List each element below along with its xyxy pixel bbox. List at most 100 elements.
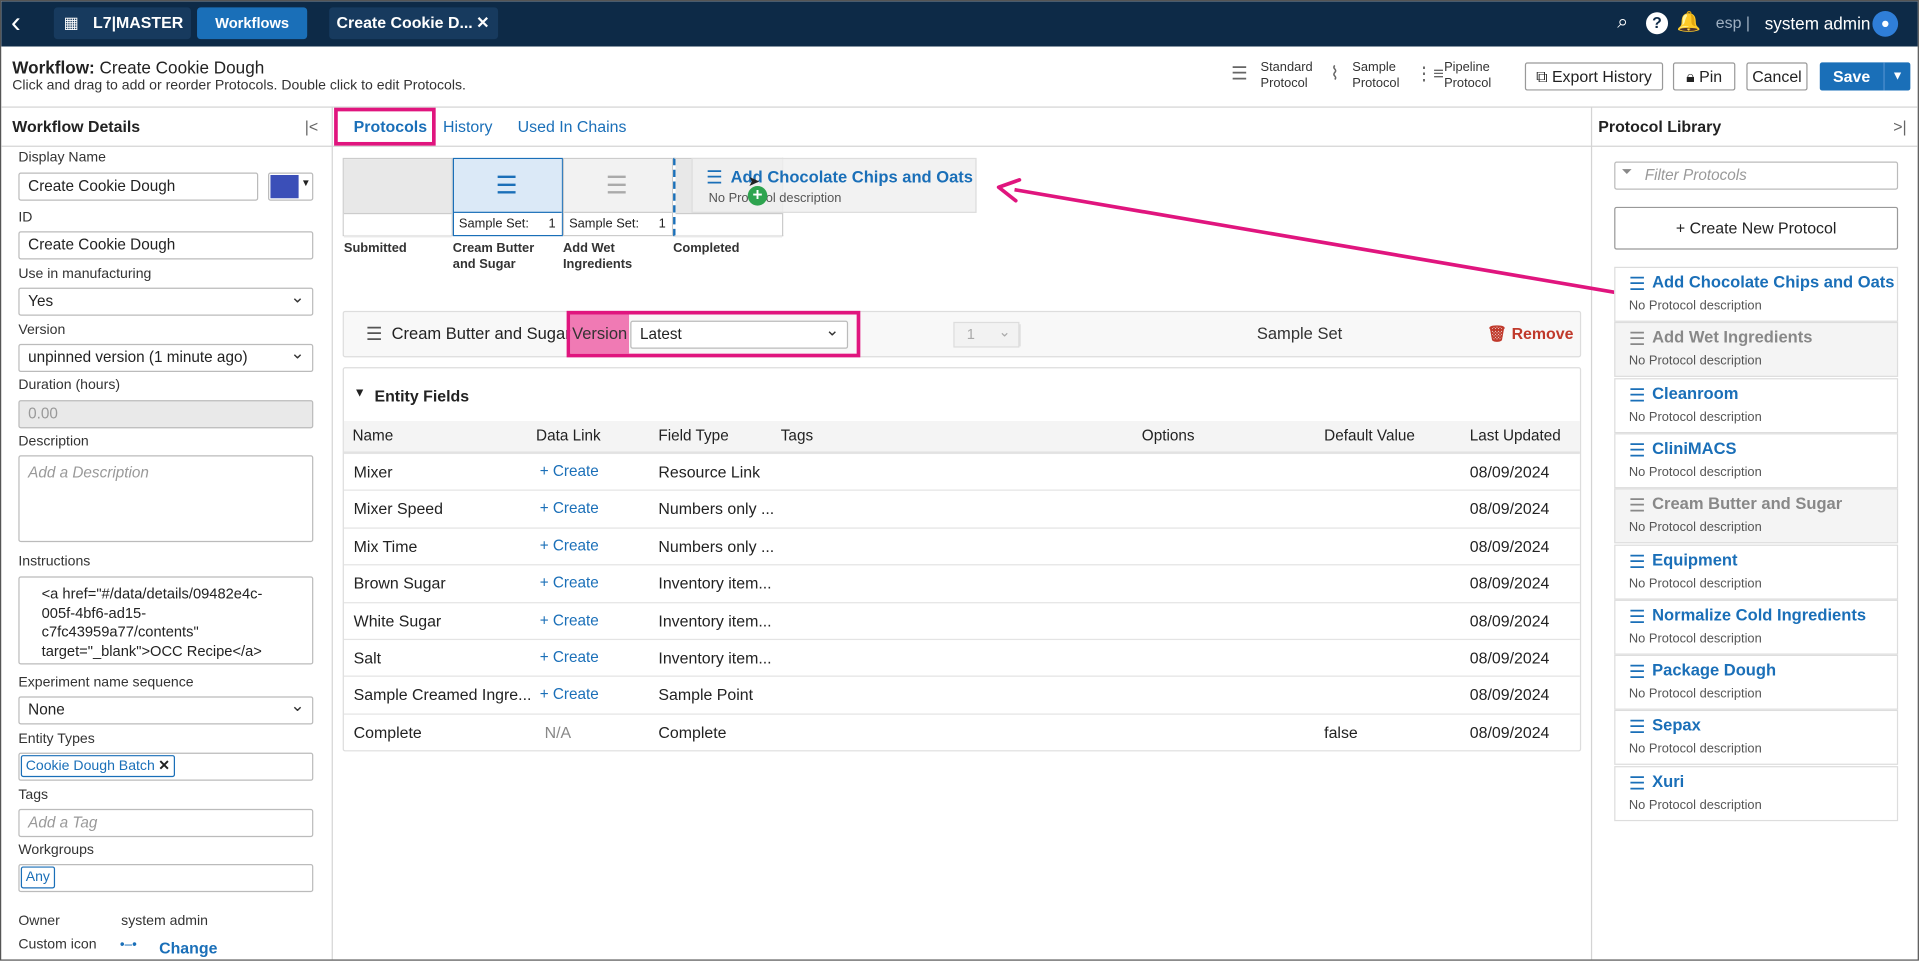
cell-last-updated: 08/09/2024 <box>1469 574 1550 593</box>
library-item-name: Cream Butter and Sugar <box>1652 494 1843 514</box>
cell-last-updated: 08/09/2024 <box>1469 723 1550 742</box>
cell-name: Salt <box>353 648 382 667</box>
library-item[interactable]: ☰ Cleanroom No Protocol description <box>1614 377 1899 433</box>
cell-field-type: Sample Point <box>658 685 754 705</box>
cell-last-updated: 08/09/2024 <box>1469 499 1550 519</box>
cell-field-type: Numbers only ... <box>658 536 775 556</box>
filter-icon: ⏷ <box>1621 165 1633 180</box>
table-row[interactable]: Brown Sugar + Create Inventory item... 08/0… <box>343 564 1580 601</box>
cell-default-value: false <box>1324 723 1358 742</box>
list-icon: ☰ <box>1628 662 1646 683</box>
trash-icon: 🗑︎ <box>1486 324 1508 343</box>
col-default-value[interactable]: Default Value <box>1324 427 1415 444</box>
library-item-desc: No Protocol description <box>1628 742 1762 757</box>
cell-data-link: N/A <box>544 723 572 742</box>
entity-fields-title: Entity Fields <box>374 386 470 406</box>
library-item-desc: No Protocol description <box>1628 409 1762 425</box>
library-item[interactable]: ☰ Equipment No Protocol description <box>1614 543 1899 600</box>
library-item[interactable]: ☰ Xuri No Protocol description <box>1614 765 1899 821</box>
sample-set-dropdown: 1 ⌄ <box>953 321 1020 348</box>
col-last-updated[interactable]: Last Updated <box>1470 427 1561 444</box>
library-item-name: Sepax <box>1652 716 1701 735</box>
library-item-name: CliniMACS <box>1652 439 1737 458</box>
library-item[interactable]: ☰ Cream Butter and Sugar No Protocol descr… <box>1614 488 1899 544</box>
table-row[interactable]: White Sugar + Create Inventory item... 08/0… <box>343 601 1580 639</box>
library-item-desc: No Protocol description <box>1628 354 1762 369</box>
library-item[interactable]: ☰ Add Chocolate Chips and Oats No Protocol… <box>1614 266 1899 322</box>
create-new-protocol-button[interactable]: + Create New Protocol <box>1614 206 1899 250</box>
cell-field-type: Numbers only ... <box>658 499 775 519</box>
list-icon: ☰ <box>1628 329 1646 351</box>
library-item-desc: No Protocol description <box>1628 686 1762 702</box>
library-item-desc: No Protocol description <box>1628 464 1762 480</box>
cell-name: Mixer Speed <box>353 499 443 519</box>
table-row[interactable]: Complete N/A Complete false 08/09/2024 <box>343 713 1580 750</box>
create-link[interactable]: + Create <box>540 537 599 554</box>
library-item[interactable]: ☰ Normalize Cold Ingredients No Protocol d… <box>1614 599 1899 655</box>
list-icon: ☰ <box>1628 717 1646 739</box>
selected-protocol-name: Cream Butter and Sugar <box>391 324 571 343</box>
table-row[interactable]: Mixer Speed + Create Numbers only ... 08/09… <box>343 489 1580 527</box>
col-data-link[interactable]: Data Link <box>536 427 601 444</box>
protocol-version-select[interactable]: Latest <box>630 317 849 349</box>
create-link[interactable]: + Create <box>540 649 599 666</box>
create-link[interactable]: + Create <box>540 574 599 591</box>
list-icon: ☰ <box>1628 274 1646 295</box>
library-item[interactable]: ☰ Sepax No Protocol description <box>1614 710 1899 766</box>
library-item-desc: No Protocol description <box>1628 520 1762 536</box>
collapse-right-icon[interactable]: >| <box>1893 117 1906 135</box>
library-item-name: Cleanroom <box>1652 383 1739 403</box>
table-row[interactable]: Mixer + Create Resource Link 08/09/2024 <box>343 452 1580 490</box>
library-item-name: Add Chocolate Chips and Oats <box>1652 272 1895 292</box>
col-name[interactable]: Name <box>352 427 393 444</box>
protocol-library-title: Protocol Library <box>1598 117 1722 136</box>
table-row[interactable]: Sample Creamed Ingre... + Create Sample Po… <box>343 676 1580 713</box>
table-row[interactable]: Mix Time + Create Numbers only ... 08/09/20… <box>343 527 1580 564</box>
cell-field-type: Inventory item... <box>658 648 772 667</box>
library-item-name: Equipment <box>1652 550 1738 569</box>
plus-icon: + <box>539 499 553 517</box>
cell-field-type: Inventory item... <box>658 574 772 593</box>
library-item[interactable]: ☰ Add Wet Ingredients No Protocol descript… <box>1614 322 1899 378</box>
cell-last-updated: 08/09/2024 <box>1469 648 1550 667</box>
library-item[interactable]: ☰ CliniMACS No Protocol description <box>1614 433 1899 489</box>
plus-icon: + <box>539 611 553 629</box>
list-icon: ☰ <box>1628 773 1646 794</box>
cell-name: Sample Creamed Ingre... <box>353 685 532 705</box>
library-item-name: Normalize Cold Ingredients <box>1652 605 1867 624</box>
table-row[interactable]: Salt + Create Inventory item... 08/09/2024 <box>343 638 1580 676</box>
col-tags[interactable]: Tags <box>781 427 813 444</box>
library-item-name: Xuri <box>1652 771 1685 791</box>
caret-down-icon[interactable]: ▼ <box>354 387 366 400</box>
create-link[interactable]: + Create <box>540 500 599 517</box>
plus-icon: + <box>539 462 553 480</box>
list-icon: ☰ <box>1628 495 1646 517</box>
col-field-type[interactable]: Field Type <box>658 427 728 444</box>
cell-last-updated: 08/09/2024 <box>1469 462 1550 481</box>
remove-protocol-button[interactable]: 🗑︎ Remove <box>1487 324 1574 344</box>
cell-field-type: Inventory item... <box>658 611 772 630</box>
version-label-highlighted: Version <box>570 314 630 354</box>
cell-last-updated: 08/09/2024 <box>1469 536 1550 556</box>
library-item-name: Package Dough <box>1652 660 1777 680</box>
cell-field-type: Complete <box>658 723 727 742</box>
list-icon: ☰ <box>1628 384 1646 406</box>
create-link[interactable]: + Create <box>540 611 599 628</box>
list-icon: ☰ <box>1628 440 1646 462</box>
plus-icon: + <box>539 574 553 592</box>
plus-icon: + <box>1675 219 1686 238</box>
cell-last-updated: 08/09/2024 <box>1469 685 1550 705</box>
library-item[interactable]: ☰ Package Dough No Protocol description <box>1614 654 1899 710</box>
filter-protocols-input[interactable]: Filter Protocols <box>1614 161 1899 190</box>
library-item-name: Add Wet Ingredients <box>1652 328 1813 347</box>
cell-name: Mixer <box>353 462 393 481</box>
list-icon: ☰ <box>365 324 383 346</box>
cell-field-type: Resource Link <box>658 462 761 481</box>
col-options[interactable]: Options <box>1142 427 1195 444</box>
create-link[interactable]: + Create <box>540 463 599 480</box>
sample-set-label: Sample Set <box>1256 324 1343 343</box>
library-item-desc: No Protocol description <box>1628 797 1762 813</box>
library-item-desc: No Protocol description <box>1628 575 1762 591</box>
cell-name: Brown Sugar <box>353 574 446 593</box>
create-link[interactable]: + Create <box>540 686 599 703</box>
